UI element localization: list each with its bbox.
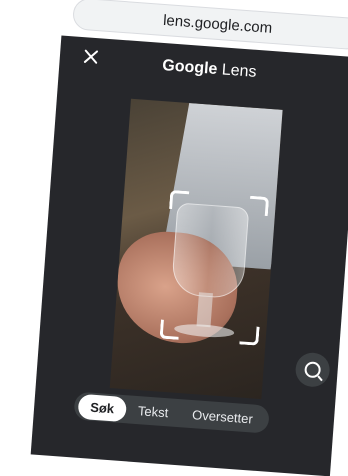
- tab-tekst[interactable]: Tekst: [125, 397, 181, 426]
- lens-search-button[interactable]: [294, 351, 331, 388]
- photo-wine-glass: [170, 202, 250, 300]
- selection-corner-bottom-right[interactable]: [239, 325, 260, 346]
- tab-oversetter[interactable]: Oversetter: [179, 401, 265, 432]
- selection-corner-bottom-left[interactable]: [159, 319, 180, 340]
- title-brand: Google: [161, 56, 218, 78]
- lens-screen: Google Lens Søk Tekst Oversetter: [30, 35, 348, 476]
- selection-corner-top-right[interactable]: [248, 195, 270, 217]
- mode-tabs: Søk Tekst Oversetter: [73, 391, 270, 434]
- lens-search-icon: [304, 361, 322, 379]
- camera-photo[interactable]: [109, 98, 283, 400]
- title-product: Lens: [221, 61, 258, 81]
- photo-glass-stem: [196, 292, 213, 328]
- tab-sok[interactable]: Søk: [77, 393, 128, 422]
- phone-screen: lens.google.com Google Lens Søk Tekst Ov…: [30, 0, 348, 476]
- url-text: lens.google.com: [162, 11, 273, 37]
- page-title: Google Lens: [59, 49, 348, 89]
- selection-corner-top-left[interactable]: [169, 189, 190, 211]
